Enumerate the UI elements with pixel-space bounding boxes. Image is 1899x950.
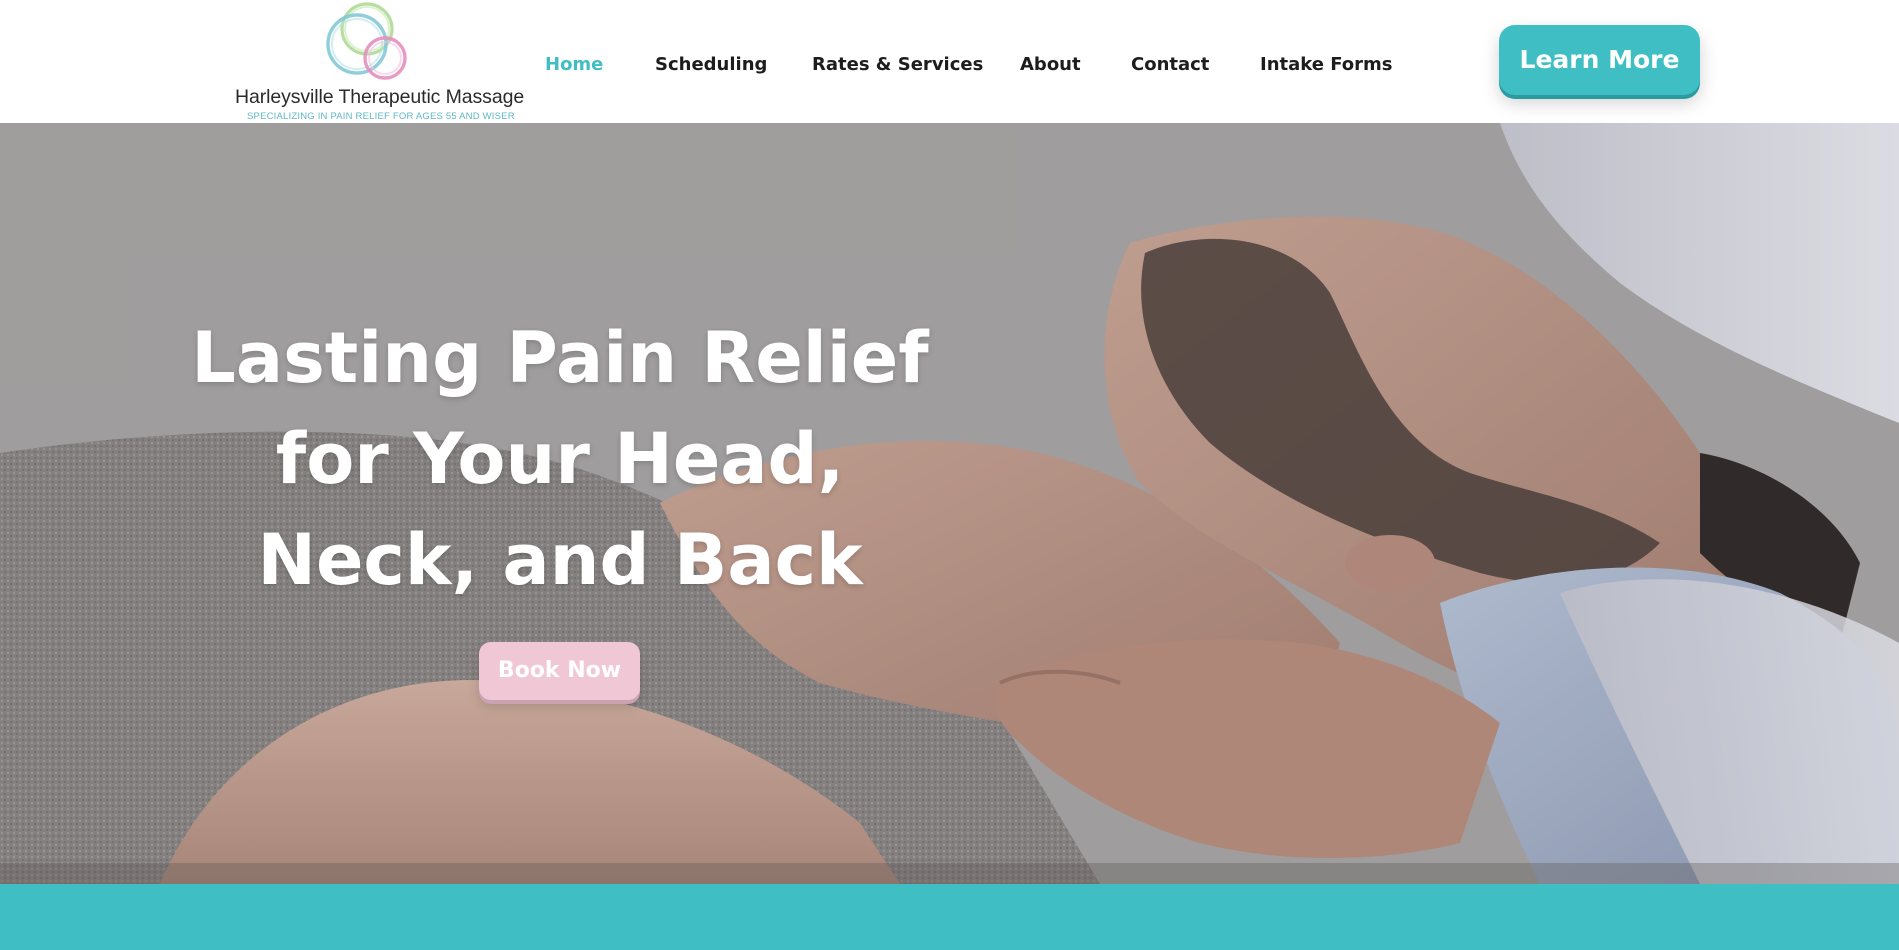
nav-rates-services[interactable]: Rates & Services <box>812 54 983 75</box>
book-now-button[interactable]: Book Now <box>479 642 640 700</box>
nav-about[interactable]: About <box>1020 54 1081 75</box>
nav-scheduling[interactable]: Scheduling <box>655 54 767 75</box>
site-header: Harleysville Therapeutic Massage SPECIAL… <box>0 0 1899 123</box>
learn-more-button[interactable]: Learn More <box>1499 25 1700 95</box>
nav-intake-forms[interactable]: Intake Forms <box>1260 54 1393 75</box>
hero-section: Lasting Pain Relief for Your Head, Neck,… <box>0 123 1899 884</box>
hero-title-line-2: for Your Head, <box>275 418 845 500</box>
overlapping-rings-icon <box>326 2 407 80</box>
hero-title-line-1: Lasting Pain Relief <box>191 317 929 399</box>
brand-name: Harleysville Therapeutic Massage <box>235 86 525 108</box>
nav-contact[interactable]: Contact <box>1131 54 1209 75</box>
nav-home[interactable]: Home <box>545 54 603 75</box>
hero-title-line-3: Neck, and Back <box>257 519 863 601</box>
brand-tagline: SPECIALIZING IN PAIN RELIEF FOR AGES 55 … <box>247 111 515 122</box>
teal-section-band <box>0 884 1899 950</box>
site-logo[interactable]: Harleysville Therapeutic Massage SPECIAL… <box>233 2 525 122</box>
hero-title: Lasting Pain Relief for Your Head, Neck,… <box>160 308 960 611</box>
